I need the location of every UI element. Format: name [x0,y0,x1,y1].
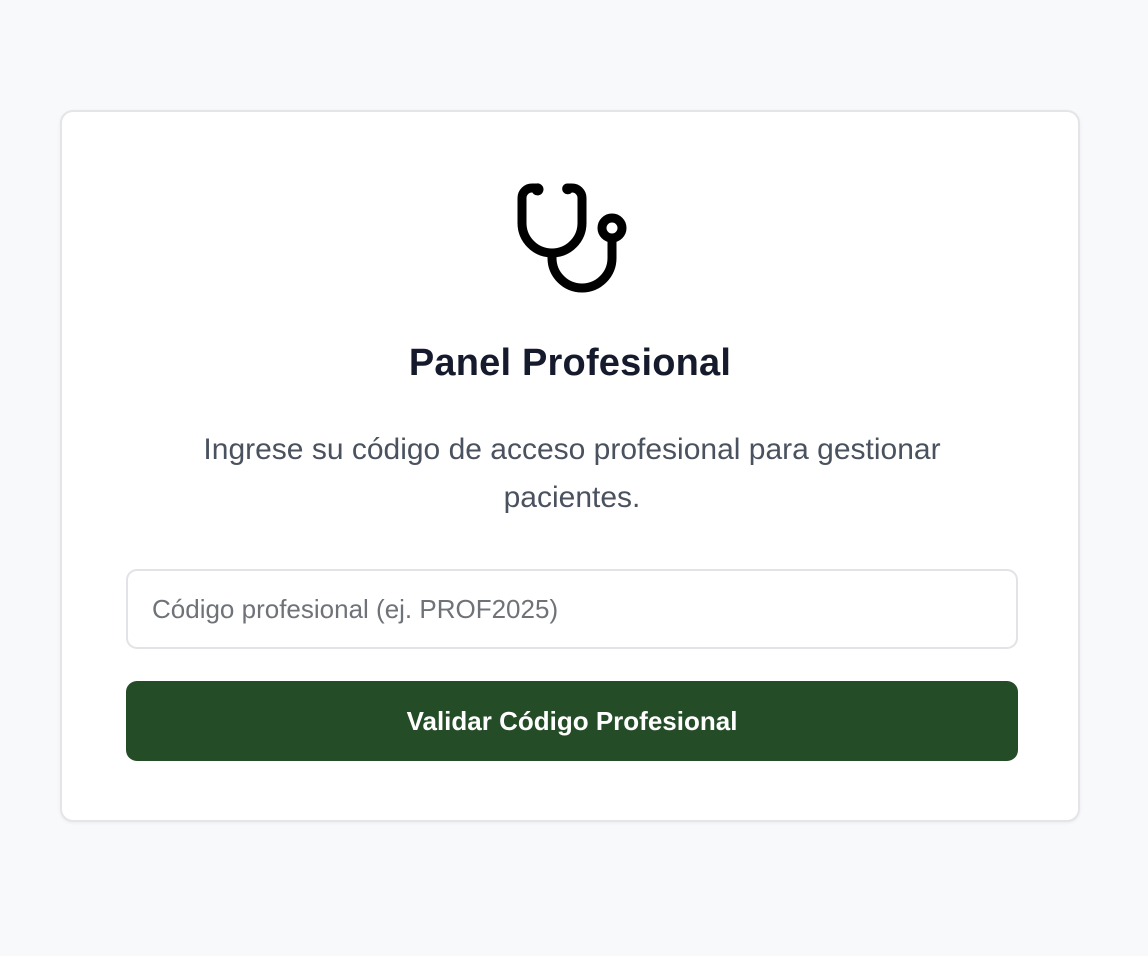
page-subtitle: Ingrese su código de acceso profesional … [203,433,941,514]
page-title: Panel Profesional [408,342,732,384]
login-card: Panel Profesional Ingrese su código de a… [60,110,1080,822]
validate-code-button[interactable]: Validar Código Profesional [126,681,1018,761]
professional-code-input[interactable] [126,569,1018,649]
stethoscope-icon [512,178,632,298]
